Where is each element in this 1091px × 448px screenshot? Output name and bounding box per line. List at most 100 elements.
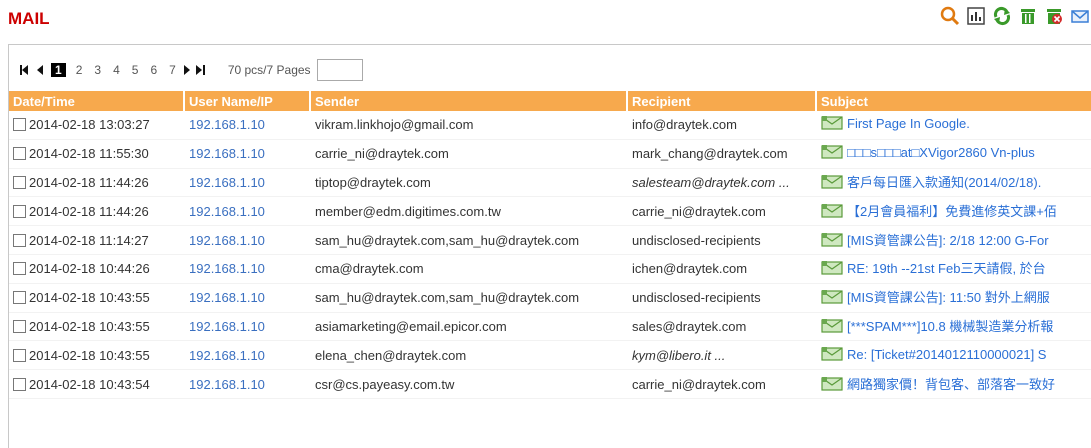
datetime-text: 2014-02-18 13:03:27 [29,117,150,133]
row-checkbox[interactable] [13,319,26,333]
subject-text[interactable]: □□□s□□□at□XVigor2860 Vn-plus [847,145,1035,160]
row-checkbox[interactable] [13,262,26,276]
subject-text[interactable]: [***SPAM***]10.8 機械製造業分析報 [847,319,1053,334]
row-checkbox[interactable] [13,233,26,247]
subject-cell[interactable]: [MIS資管課公告]: 2/18 12:00 G-For [817,226,1091,255]
mail-envelope-icon[interactable] [821,318,843,337]
datetime-text: 2014-02-18 10:43:55 [29,290,150,306]
user-ip-cell: 192.168.1.10 [185,111,311,140]
pagination: 1 2 3 4 5 6 7 70 pcs/7 Pages [19,59,363,81]
mail-envelope-icon[interactable] [821,144,843,163]
mail-log-panel: 1 2 3 4 5 6 7 70 pcs/7 Pages Date/Time U… [8,44,1091,448]
subject-cell[interactable]: RE: 19th --21st Feb三天請假, 於台 [817,255,1091,284]
table-row[interactable]: 2014-02-18 10:43:55 192.168.1.10 elena_che… [9,341,1091,371]
column-header-subject[interactable]: Subject [817,91,1091,111]
table-header-row: Date/Time User Name/IP Sender Recipient … [9,91,1091,111]
column-header-sender[interactable]: Sender [311,91,628,111]
sender-cell: carrie_ni@draytek.com [311,140,628,169]
last-page-icon[interactable] [194,64,208,76]
row-checkbox[interactable] [13,377,26,391]
prev-page-icon[interactable] [35,64,45,76]
row-checkbox[interactable] [13,291,26,305]
subject-text[interactable]: 【2月會員福利】免費進修英文課+佰 [847,204,1057,219]
page-link-4[interactable]: 4 [113,63,120,77]
page-title: MAIL [8,9,50,28]
table-row[interactable]: 2014-02-18 13:03:27 192.168.1.10 vikram.li… [9,111,1091,140]
page-link-7[interactable]: 7 [169,63,176,77]
row-checkbox[interactable] [13,348,26,362]
datetime-cell: 2014-02-18 10:43:55 [9,284,185,313]
mail-envelope-icon[interactable] [821,174,843,193]
user-ip-cell: 192.168.1.10 [185,313,311,342]
mail-table: Date/Time User Name/IP Sender Recipient … [9,91,1091,399]
user-ip-cell: 192.168.1.10 [185,197,311,227]
table-row[interactable]: 2014-02-18 10:43:55 192.168.1.10 sam_hu@dr… [9,284,1091,313]
next-page-icon[interactable] [182,64,192,76]
subject-text[interactable]: 客戶每日匯入款通知(2014/02/18). [847,175,1041,190]
table-row[interactable]: 2014-02-18 11:55:30 192.168.1.10 carrie_ni… [9,140,1091,169]
mail-envelope-icon[interactable] [821,115,843,134]
sender-cell: sam_hu@draytek.com,sam_hu@draytek.com [311,284,628,313]
sender-cell: sam_hu@draytek.com,sam_hu@draytek.com [311,226,628,255]
column-header-datetime[interactable]: Date/Time [9,91,185,111]
mail-envelope-icon[interactable] [821,346,843,365]
mail-envelope-icon[interactable] [821,376,843,395]
subject-text[interactable]: Re: [Ticket#2014012110000021] S [847,347,1046,362]
mail-icon[interactable] [1069,5,1091,27]
subject-text[interactable]: 網路獨家價！背包客、部落客一致好 [847,377,1055,392]
column-header-recipient[interactable]: Recipient [628,91,817,111]
datetime-cell: 2014-02-18 11:44:26 [9,169,185,198]
first-page-icon[interactable] [19,64,33,76]
recipient-cell: ichen@draytek.com [628,255,817,284]
page-link-2[interactable]: 2 [76,63,83,77]
recipient-cell: info@draytek.com [628,111,817,140]
recipient-cell: salesteam@draytek.com ... [628,169,817,198]
delete-icon[interactable] [1017,5,1039,27]
datetime-text: 2014-02-18 11:44:26 [29,174,149,190]
delete-all-icon[interactable] [1043,5,1065,27]
table-row[interactable]: 2014-02-18 11:44:26 192.168.1.10 tiptop@dr… [9,169,1091,198]
subject-cell[interactable]: 網路獨家價！背包客、部落客一致好 [817,370,1091,399]
table-row[interactable]: 2014-02-18 10:43:55 192.168.1.10 asiamarke… [9,313,1091,342]
page-link-5[interactable]: 5 [132,63,139,77]
subject-cell[interactable]: 客戶每日匯入款通知(2014/02/18). [817,169,1091,198]
subject-cell[interactable]: [MIS資管課公告]: 11:50 對外上網服 [817,284,1091,313]
search-icon[interactable] [939,5,961,27]
mail-envelope-icon[interactable] [821,289,843,308]
subject-cell[interactable]: □□□s□□□at□XVigor2860 Vn-plus [817,140,1091,169]
user-ip-cell: 192.168.1.10 [185,226,311,255]
page-link-6[interactable]: 6 [150,63,157,77]
sender-cell: cma@draytek.com [311,255,628,284]
subject-text[interactable]: First Page In Google. [847,116,970,131]
mail-envelope-icon[interactable] [821,203,843,222]
subject-text[interactable]: [MIS資管課公告]: 11:50 對外上網服 [847,290,1050,305]
subject-text[interactable]: RE: 19th --21st Feb三天請假, 於台 [847,261,1046,276]
refresh-icon[interactable] [991,5,1013,27]
table-row[interactable]: 2014-02-18 11:44:26 192.168.1.10 member@ed… [9,197,1091,227]
subject-cell[interactable]: 【2月會員福利】免費進修英文課+佰 [817,197,1091,227]
subject-cell[interactable]: Re: [Ticket#2014012110000021] S [817,341,1091,371]
row-checkbox[interactable] [13,204,26,218]
subject-cell[interactable]: [***SPAM***]10.8 機械製造業分析報 [817,313,1091,342]
subject-text[interactable]: [MIS資管課公告]: 2/18 12:00 G-For [847,233,1049,248]
page-link-3[interactable]: 3 [94,63,101,77]
user-ip-cell: 192.168.1.10 [185,169,311,198]
page-jump-input[interactable] [316,59,363,81]
mail-envelope-icon[interactable] [821,260,843,279]
row-checkbox[interactable] [13,147,26,161]
row-checkbox[interactable] [13,175,26,189]
row-checkbox[interactable] [13,118,26,132]
datetime-cell: 2014-02-18 11:55:30 [9,140,185,169]
user-ip-cell: 192.168.1.10 [185,284,311,313]
page-link-1[interactable]: 1 [51,63,66,77]
datetime-text: 2014-02-18 11:44:26 [29,203,149,219]
table-row[interactable]: 2014-02-18 10:43:54 192.168.1.10 csr@cs.pa… [9,370,1091,399]
column-header-user-ip[interactable]: User Name/IP [185,91,311,111]
export-icon[interactable] [965,5,987,27]
datetime-cell: 2014-02-18 13:03:27 [9,111,185,140]
subject-cell[interactable]: First Page In Google. [817,111,1091,140]
table-row[interactable]: 2014-02-18 10:44:26 192.168.1.10 cma@drayt… [9,255,1091,284]
user-ip-cell: 192.168.1.10 [185,255,311,284]
table-row[interactable]: 2014-02-18 11:14:27 192.168.1.10 sam_hu@dr… [9,226,1091,255]
mail-envelope-icon[interactable] [821,232,843,251]
